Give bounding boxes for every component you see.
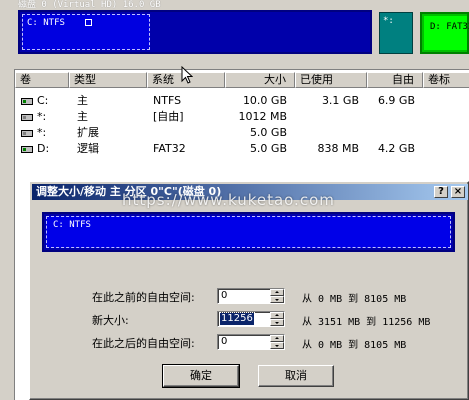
list-header: 卷 类型 系统 大小 已使用 自由 卷标: [15, 72, 469, 88]
close-button[interactable]: ×: [451, 186, 465, 198]
volume-cell: *:: [37, 126, 47, 139]
system-cell: [自由]: [153, 110, 184, 123]
spin-down-icon[interactable]: [270, 296, 284, 303]
volume-cell: *:: [37, 110, 47, 123]
free-after-value: 0: [221, 336, 228, 347]
volume-cell: C:: [37, 94, 49, 107]
volume-row[interactable]: *: 扩展 5.0 GB: [15, 125, 469, 141]
type-cell: 主: [77, 110, 88, 123]
partition-c-block[interactable]: C: NTFS: [22, 14, 150, 50]
spin-down-icon[interactable]: [270, 319, 284, 326]
free-after-input[interactable]: 0: [217, 334, 285, 350]
dialog-titlebar[interactable]: 调整大小/移动 主 分区 0"C"(磁盘 0) ? ×: [32, 184, 468, 200]
disk-bar[interactable]: C: NTFS: [18, 10, 372, 54]
spin-down-icon[interactable]: [270, 342, 284, 349]
spin-up-icon[interactable]: [270, 312, 284, 319]
volume-row[interactable]: D: 逻辑 FAT32 5.0 GB 838 MB 4.2 GB: [15, 141, 469, 157]
volume-row[interactable]: C: 主 NTFS 10.0 GB 3.1 GB 6.9 GB: [15, 93, 469, 109]
volume-cell: D:: [37, 142, 50, 155]
free-before-stepper[interactable]: [270, 289, 284, 303]
free-after-range: 从 0 MB 到 8105 MB: [302, 340, 407, 351]
column-header-used[interactable]: 已使用: [295, 72, 367, 88]
size-cell: 1012 MB: [238, 110, 287, 123]
drive-icon: [21, 114, 33, 121]
new-size-label: 新大小:: [92, 314, 129, 327]
volume-row[interactable]: *: 主 [自由] 1012 MB: [15, 109, 469, 125]
size-cell: 10.0 GB: [242, 94, 287, 107]
free-cell: 6.9 GB: [377, 94, 415, 107]
unallocated-block[interactable]: *:: [379, 12, 413, 54]
dialog-title: 调整大小/移动 主 分区 0"C"(磁盘 0): [36, 185, 222, 198]
new-size-range: 从 3151 MB 到 11256 MB: [302, 317, 431, 328]
spin-up-icon[interactable]: [270, 289, 284, 296]
partition-select-box-icon: [85, 19, 92, 26]
free-before-label: 在此之前的自由空间:: [92, 291, 195, 304]
drive-icon: [21, 130, 33, 137]
size-cell: 5.0 GB: [249, 142, 287, 155]
drive-icon: [21, 98, 33, 105]
column-header-label[interactable]: 卷标: [423, 72, 469, 88]
column-header-free[interactable]: 自由: [367, 72, 423, 88]
free-cell: 4.2 GB: [377, 142, 415, 155]
partition-c-label: C: NTFS: [27, 18, 65, 28]
free-before-input[interactable]: 0: [217, 288, 285, 304]
spin-up-icon[interactable]: [270, 335, 284, 342]
new-size-input[interactable]: 11256: [217, 311, 285, 327]
used-cell: 3.1 GB: [321, 94, 359, 107]
mouse-pointer-icon: [181, 66, 193, 84]
unallocated-label: *:: [383, 16, 394, 26]
size-cell: 5.0 GB: [249, 126, 287, 139]
partition-d-block[interactable]: D: FAT32: [420, 12, 469, 54]
disk-map: 磁盘 0 (Virtual HD) 16.0 GB C: NTFS *: D: …: [0, 0, 469, 62]
new-size-value: 11256: [219, 312, 255, 326]
column-header-type[interactable]: 类型: [69, 72, 147, 88]
help-button[interactable]: ?: [434, 186, 448, 198]
free-after-label: 在此之后的自由空间:: [92, 337, 195, 350]
column-header-volume[interactable]: 卷: [15, 72, 69, 88]
resize-move-dialog: 调整大小/移动 主 分区 0"C"(磁盘 0) ? × C: NTFS 在此之前…: [29, 181, 469, 400]
system-cell: FAT32: [153, 142, 186, 155]
partition-d-fill: D: FAT32: [424, 16, 469, 50]
cancel-button[interactable]: 取消: [258, 365, 334, 387]
partition-resize-bar[interactable]: C: NTFS: [42, 212, 455, 252]
free-before-value: 0: [221, 290, 228, 301]
partition-resize-label: C: NTFS: [53, 220, 91, 230]
column-header-size[interactable]: 大小: [225, 72, 295, 88]
type-cell: 逻辑: [77, 142, 99, 155]
free-after-stepper[interactable]: [270, 335, 284, 349]
type-cell: 主: [77, 94, 88, 107]
partition-resize-handle[interactable]: C: NTFS: [46, 216, 451, 248]
system-cell: NTFS: [153, 94, 182, 107]
used-cell: 838 MB: [317, 142, 359, 155]
type-cell: 扩展: [77, 126, 99, 139]
ok-button[interactable]: 确定: [162, 364, 240, 388]
partition-d-label: D: FAT32: [430, 22, 469, 32]
disk-header: 磁盘 0 (Virtual HD) 16.0 GB: [18, 0, 161, 10]
new-size-stepper[interactable]: [270, 312, 284, 326]
drive-icon: [21, 146, 33, 153]
free-before-range: 从 0 MB 到 8105 MB: [302, 294, 407, 305]
